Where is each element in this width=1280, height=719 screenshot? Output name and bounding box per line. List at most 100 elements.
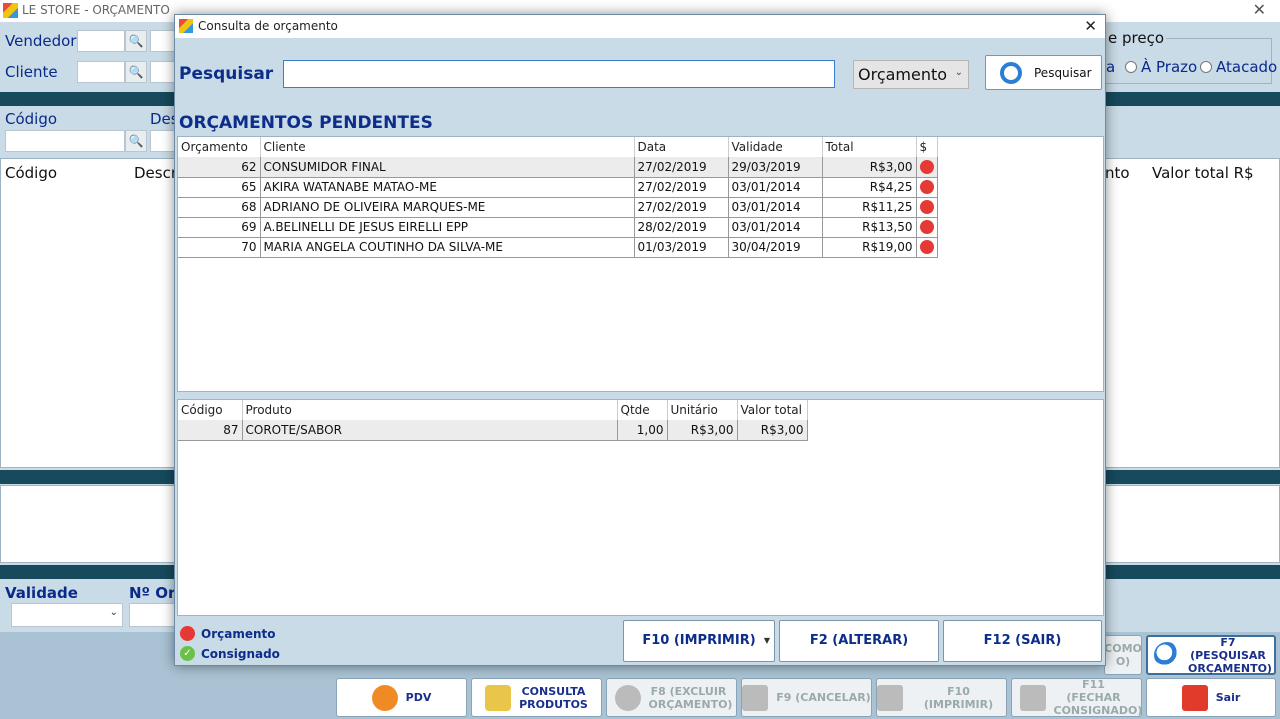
- f9-label: F9 (CANCELAR): [776, 691, 871, 704]
- printer-icon: [877, 684, 903, 711]
- grid-header-partial: nto: [1105, 164, 1130, 182]
- order-cell: CONSUMIDOR FINAL: [260, 157, 635, 178]
- f9-cancelar-button[interactable]: F9 (CANCELAR): [741, 678, 872, 717]
- chevron-down-icon: ⌄: [954, 67, 963, 78]
- order-row[interactable]: 62 CONSUMIDOR FINAL 27/02/2019 29/03/2019 R$…: [178, 157, 938, 178]
- validade-select[interactable]: ⌄: [11, 603, 123, 627]
- order-cell: 68: [178, 197, 261, 218]
- f11-fechar-consignado-button[interactable]: F11 (FECHAR CONSIGNADO): [1011, 678, 1142, 717]
- items-col-header[interactable]: Produto: [242, 400, 618, 420]
- order-cell: AKIRA WATANABE MATAO-ME: [260, 177, 635, 198]
- order-status-cell: [916, 197, 938, 218]
- cliente-search-icon[interactable]: 🔍: [125, 61, 147, 83]
- orders-grid[interactable]: Orçamento Cliente Data Validade Total $ 62 CON…: [177, 136, 1104, 392]
- items-table: Código Produto Qtde Unitário Valor total 87 C…: [178, 400, 808, 441]
- legend-red-dot-icon: [180, 626, 195, 641]
- grid-header-valor-total: Valor total R$: [1152, 164, 1254, 182]
- consulta-produtos-button[interactable]: CONSULTA PRODUTOS: [471, 678, 602, 717]
- f8-excluir-orcamento-button[interactable]: F8 (EXCLUIR ORÇAMENTO): [606, 678, 737, 717]
- items-col-header[interactable]: Código: [178, 400, 243, 420]
- order-cell: 27/02/2019: [634, 157, 729, 178]
- f12-sair-button[interactable]: F12 (SAIR): [943, 620, 1102, 662]
- order-cell: 65: [178, 177, 261, 198]
- f2-alterar-button[interactable]: F2 (ALTERAR): [779, 620, 939, 662]
- cliente-label: Cliente: [5, 63, 58, 81]
- orders-table: Orçamento Cliente Data Validade Total $ 62 CON…: [178, 137, 938, 258]
- order-cell: 28/02/2019: [634, 217, 729, 238]
- check-doc-icon: [1019, 684, 1046, 711]
- items-col-header[interactable]: Unitário: [667, 400, 738, 420]
- status-red-dot-icon: [919, 200, 934, 215]
- order-status-cell: [916, 237, 938, 258]
- order-status-cell: [916, 217, 938, 238]
- order-cell: R$11,25: [822, 197, 917, 218]
- items-col-header[interactable]: Qtde: [617, 400, 668, 420]
- close-icon[interactable]: ✕: [1253, 0, 1266, 19]
- como-button-partial[interactable]: COMO O): [1104, 635, 1142, 675]
- order-row[interactable]: 68 ADRIANO DE OLIVEIRA MARQUES-ME 27/02/20…: [178, 197, 938, 218]
- orders-col-header[interactable]: Orçamento: [178, 137, 261, 157]
- search-label: Pesquisar: [179, 64, 274, 84]
- orders-col-header[interactable]: Validade: [728, 137, 823, 157]
- pesquisar-button[interactable]: Pesquisar: [985, 55, 1102, 90]
- items-header-row: Código Produto Qtde Unitário Valor total: [178, 400, 808, 420]
- radio-a-prazo[interactable]: [1125, 61, 1137, 73]
- status-red-dot-icon: [919, 220, 934, 235]
- dialog-close-icon[interactable]: ✕: [1084, 17, 1097, 35]
- order-cell: 27/02/2019: [634, 177, 729, 198]
- items-body: 87 COROTE/SABOR 1,00 R$3,00 R$3,00: [178, 420, 808, 441]
- order-cell: 03/01/2014: [728, 177, 823, 198]
- item-cell: R$3,00: [737, 420, 808, 441]
- sair-button[interactable]: Sair: [1146, 678, 1276, 717]
- order-row[interactable]: 70 MARIA ANGELA COUTINHO DA SILVA-ME 01/03…: [178, 237, 938, 258]
- numero-orcamento-label: Nº Or: [129, 584, 176, 602]
- magnifier-icon: [1154, 642, 1180, 668]
- orders-header-row: Orçamento Cliente Data Validade Total $: [178, 137, 938, 157]
- vendedor-code-input[interactable]: [77, 30, 125, 52]
- orders-col-header[interactable]: Total: [822, 137, 917, 157]
- items-col-header[interactable]: Valor total: [737, 400, 808, 420]
- f7-pesquisar-orcamento-button[interactable]: F7 (PESQUISAR ORÇAMENTO): [1146, 635, 1276, 675]
- search-input[interactable]: [283, 60, 835, 88]
- orders-col-header[interactable]: Data: [634, 137, 729, 157]
- order-cell: R$19,00: [822, 237, 917, 258]
- orders-col-header[interactable]: $: [916, 137, 938, 157]
- item-row[interactable]: 87 COROTE/SABOR 1,00 R$3,00 R$3,00: [178, 420, 808, 441]
- preco-option-1[interactable]: a: [1106, 58, 1115, 76]
- order-status-cell: [916, 157, 938, 178]
- numero-orcamento-input[interactable]: [129, 603, 179, 627]
- pdv-cart-icon: [371, 684, 398, 711]
- dropdown-arrow-icon[interactable]: ▼: [764, 621, 770, 661]
- codigo-input[interactable]: [5, 130, 125, 152]
- orders-body: 62 CONSUMIDOR FINAL 27/02/2019 29/03/2019 R$…: [178, 157, 938, 258]
- f7-label: F7 (PESQUISAR ORÇAMENTO): [1188, 635, 1272, 675]
- order-cell: MARIA ANGELA COUTINHO DA SILVA-ME: [260, 237, 635, 258]
- f10-imprimir-button-main[interactable]: F10 (IMPRIMIR): [876, 678, 1007, 717]
- validade-label: Validade: [5, 584, 78, 602]
- order-row[interactable]: 69 A.BELINELLI DE JESUS EIRELLI EPP 28/02/…: [178, 217, 938, 238]
- item-cell: R$3,00: [667, 420, 738, 441]
- order-cell: 01/03/2019: [634, 237, 729, 258]
- codigo-search-icon[interactable]: 🔍: [125, 130, 147, 152]
- f10-label: F10 (IMPRIMIR): [642, 633, 756, 648]
- legend-green-check-icon: ✓: [180, 646, 195, 661]
- type-select[interactable]: Orçamento ⌄: [853, 60, 969, 89]
- items-detail-grid[interactable]: Código Produto Qtde Unitário Valor total 87 C…: [177, 399, 1104, 616]
- f10-imprimir-button[interactable]: F10 (IMPRIMIR) ▼: [623, 620, 775, 662]
- sair-label: Sair: [1215, 691, 1241, 704]
- order-cell: 69: [178, 217, 261, 238]
- vendedor-search-icon[interactable]: 🔍: [125, 30, 147, 52]
- radio-atacado[interactable]: [1200, 61, 1212, 73]
- pdv-button[interactable]: PDV: [336, 678, 467, 717]
- grid-header-codigo: Código: [5, 164, 58, 182]
- order-row[interactable]: 65 AKIRA WATANABE MATAO-ME 27/02/2019 03/01…: [178, 177, 938, 198]
- preco-option-a-prazo[interactable]: À Prazo: [1141, 58, 1197, 76]
- orders-col-header[interactable]: Cliente: [260, 137, 635, 157]
- app-logo-icon: [3, 3, 18, 18]
- order-cell: A.BELINELLI DE JESUS EIRELLI EPP: [260, 217, 635, 238]
- order-cell: 27/02/2019: [634, 197, 729, 218]
- type-select-value: Orçamento: [858, 65, 948, 84]
- cliente-code-input[interactable]: [77, 61, 125, 83]
- preco-option-atacado[interactable]: Atacado: [1216, 58, 1277, 76]
- f10-main-label: F10 (IMPRIMIR): [923, 684, 994, 711]
